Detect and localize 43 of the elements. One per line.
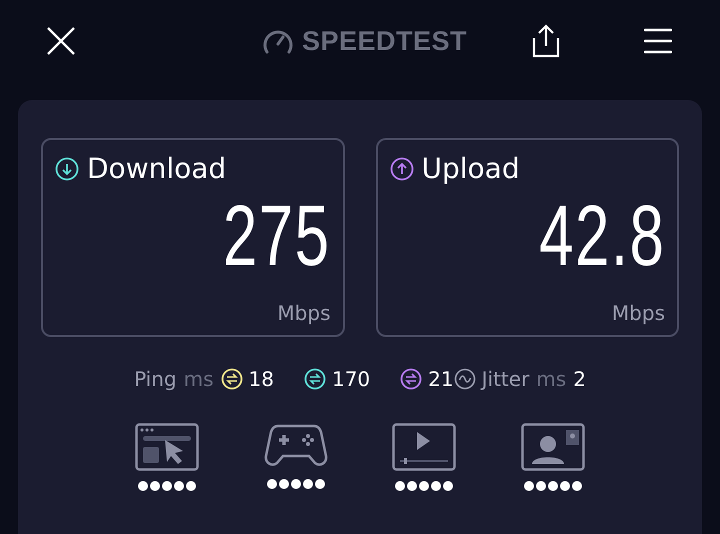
ping-value: 21 [428,367,454,391]
unit-label: ms [184,367,214,391]
close-icon[interactable] [46,26,76,56]
rating-dot [572,481,582,491]
rating-dot [395,481,406,491]
ping-value: 18 [248,367,274,391]
wave-icon [454,368,476,390]
video-call-icon [520,423,585,471]
rating-dot [560,481,570,491]
unit-label: ms [536,367,566,391]
rating-dot [186,481,196,491]
rating-dot [138,481,148,491]
unit-label: Mbps [277,301,330,325]
rating-dot [419,481,430,491]
jitter-label: Jitter [482,367,530,391]
browser-cursor-icon [135,423,200,471]
rating-dot [174,481,184,491]
video-player-icon [392,423,456,471]
speed-value: 42.8 [538,193,665,279]
jitter-value: 2 [573,367,586,391]
share-icon[interactable] [532,24,560,58]
rating-dot [443,481,454,491]
result-label: Upload [422,152,520,185]
rating-dot [407,481,418,491]
logo-text: SPEEDTEST [302,26,468,56]
rating-dot [302,479,313,489]
rating-dot [314,479,325,489]
rating-dot [536,481,546,491]
rating-dot [162,481,172,491]
rating-dot [278,479,289,489]
rating-dot [431,481,442,491]
result-label: Download [87,152,226,185]
rating-dot [266,479,277,489]
speed-value: 275 [222,193,330,279]
rating-dot [524,481,534,491]
gamepad-icon [264,423,328,469]
unit-label: Mbps [612,301,665,325]
ping-value: 170 [332,367,370,391]
menu-icon[interactable] [644,28,672,54]
rating-dot [290,479,301,489]
rating-dot [150,481,160,491]
rating-dot [548,481,558,491]
ping-label: Ping [134,367,177,391]
